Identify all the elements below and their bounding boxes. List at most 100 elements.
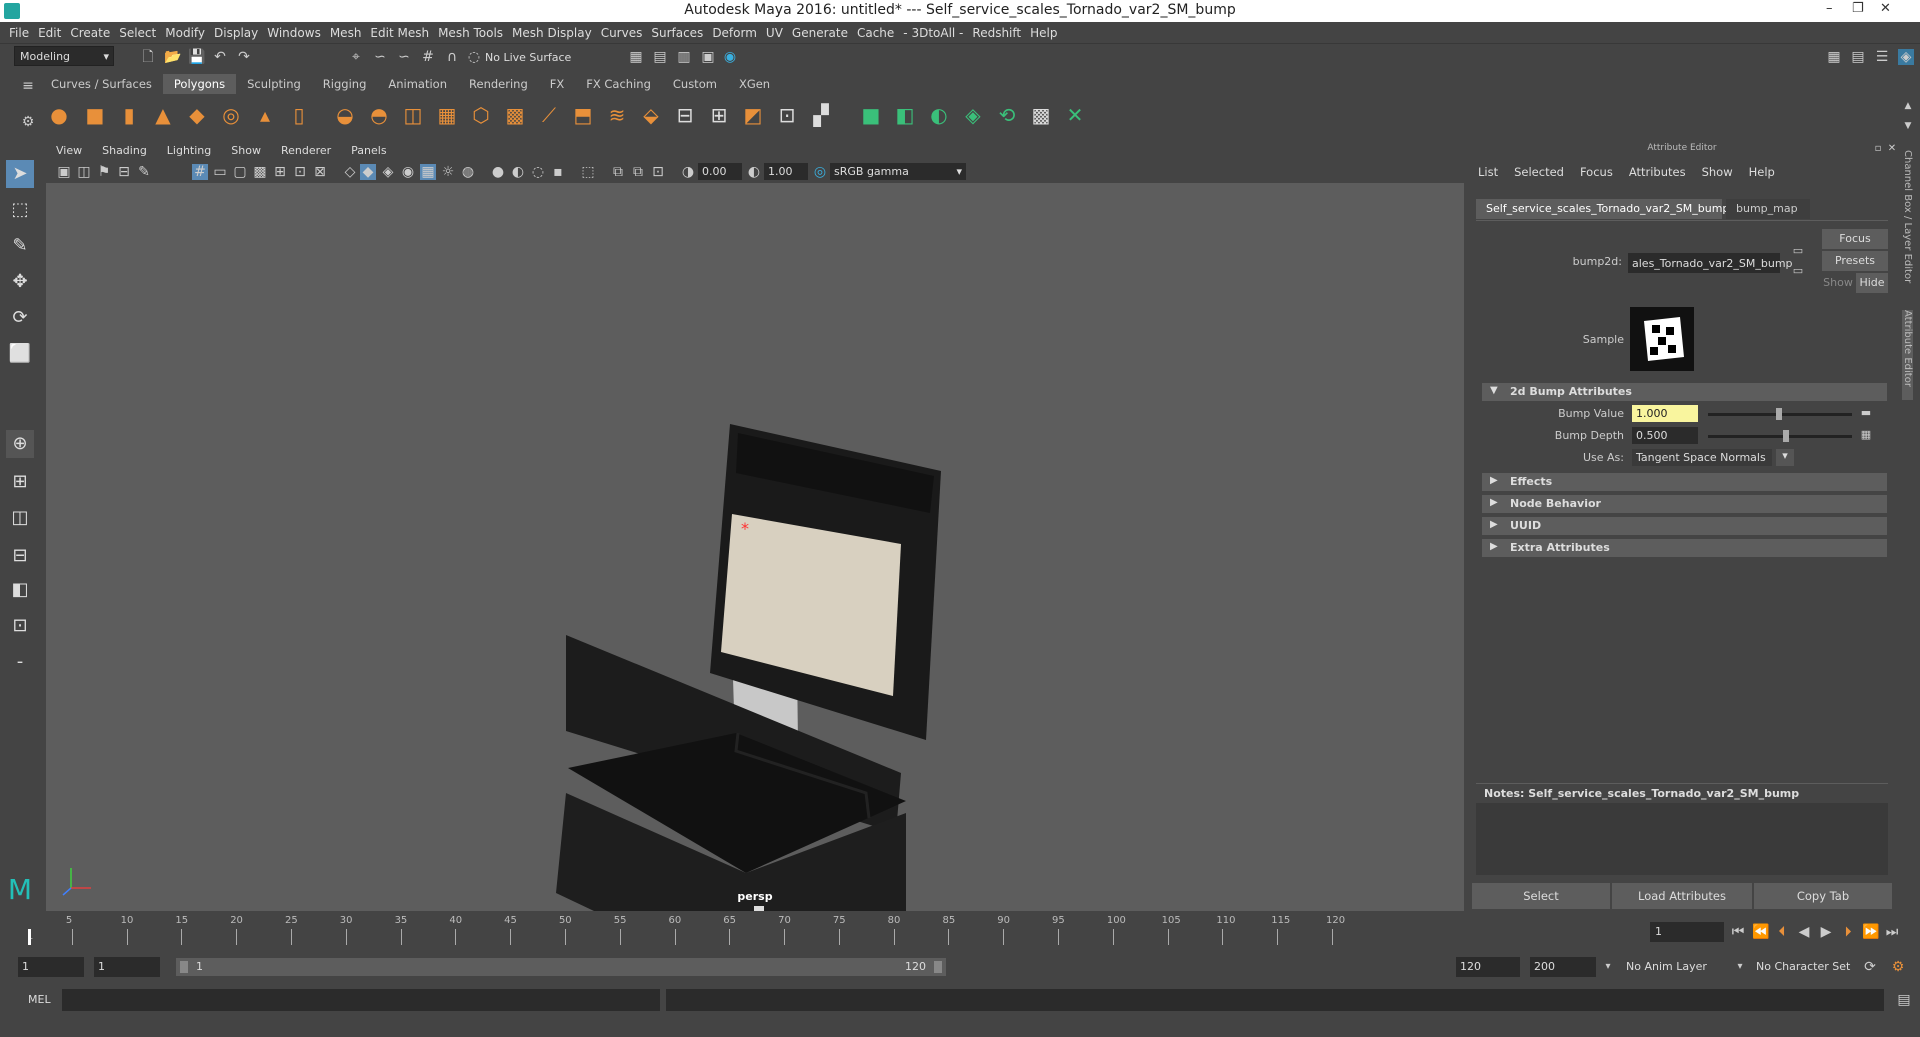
poly-pipe-icon[interactable]: ▯	[286, 102, 312, 128]
menu-redshift[interactable]: Redshift	[963, 22, 1021, 40]
step-back-icon[interactable]: ⏪	[1752, 924, 1769, 940]
section-uuid[interactable]: ▶ UUID	[1482, 517, 1887, 535]
booleans-icon[interactable]: ▦	[434, 102, 460, 128]
tab-fx-caching[interactable]: FX Caching	[575, 74, 662, 94]
offset-loop-icon[interactable]: ⊡	[774, 102, 800, 128]
tab-curves-surfaces[interactable]: Curves / Surfaces	[40, 74, 163, 94]
tool-settings-icon[interactable]: ☰	[1874, 49, 1890, 65]
bump-depth-map-icon[interactable]: ▦	[1858, 427, 1874, 443]
chevron-down-icon[interactable]: ▾	[1600, 959, 1616, 975]
menu-mesh-tools[interactable]: Mesh Tools	[429, 22, 503, 40]
go-to-start-icon[interactable]: ⏮	[1730, 924, 1746, 940]
script-editor-icon[interactable]: ▤	[1896, 992, 1912, 1008]
single-perspective-layout-icon[interactable]: ⊕	[6, 430, 34, 458]
step-back-key-icon[interactable]: ⏴	[1774, 924, 1790, 940]
lasso-icon[interactable]: ∽	[372, 49, 388, 65]
menu-display[interactable]: Display	[205, 22, 258, 40]
ipr-render-icon[interactable]: ▥	[676, 49, 692, 65]
color-space-dropdown[interactable]: sRGB gamma ▾	[830, 163, 966, 180]
bump-value-slider-handle[interactable]	[1776, 408, 1782, 420]
ae-menu-list[interactable]: List	[1478, 165, 1514, 179]
current-time-indicator[interactable]	[28, 929, 31, 945]
tab-animation[interactable]: Animation	[377, 74, 458, 94]
exposure-icon[interactable]: ◑	[680, 164, 696, 180]
tab-xgen[interactable]: XGen	[728, 74, 781, 94]
separate-icon[interactable]: ◓	[366, 102, 392, 128]
four-view-layout-icon[interactable]: ⊞	[6, 468, 34, 496]
animation-preferences-icon[interactable]: ⚙	[1890, 959, 1906, 975]
snap-grid-icon[interactable]: #	[420, 49, 436, 65]
wireframe-icon[interactable]: ◇	[342, 164, 358, 180]
menu-help[interactable]: Help	[1021, 22, 1057, 40]
tab-fx[interactable]: FX	[539, 74, 576, 94]
edge-loop-icon[interactable]: ⊞	[706, 102, 732, 128]
menu-select[interactable]: Select	[110, 22, 156, 40]
film-gate-icon[interactable]: ▭	[212, 164, 228, 180]
bump-value-map-icon[interactable]: ▬	[1858, 405, 1874, 421]
image-plane-icon[interactable]: ⊟	[116, 164, 132, 180]
menu-cache[interactable]: Cache	[848, 22, 894, 40]
shadows-icon[interactable]: ◍	[460, 164, 476, 180]
poly-cube-icon[interactable]: ■	[82, 102, 108, 128]
field-chart-icon[interactable]: ⊞	[272, 164, 288, 180]
paint-select-icon[interactable]: ∽	[396, 49, 412, 65]
poly-cone-icon[interactable]: ▲	[150, 102, 176, 128]
maximize-icon[interactable]: ❐	[1852, 1, 1864, 16]
viewport-menu-show[interactable]: Show	[221, 144, 271, 157]
select-button[interactable]: Select	[1472, 883, 1610, 909]
resolution-gate-icon[interactable]: ▢	[232, 164, 248, 180]
lights-icon[interactable]: ☼	[440, 164, 456, 180]
tab-rendering[interactable]: Rendering	[458, 74, 539, 94]
animation-end-field[interactable]: 200	[1530, 957, 1596, 977]
live-surface-field[interactable]: No Live Surface	[480, 48, 584, 68]
outliner-layout-icon[interactable]: ⊟	[6, 542, 34, 570]
playback-start-field[interactable]: 1	[94, 957, 160, 977]
play-backwards-icon[interactable]: ◀	[1796, 924, 1812, 940]
menu-curves[interactable]: Curves	[592, 22, 643, 40]
ae-menu-show[interactable]: Show	[1702, 165, 1749, 179]
notes-textarea[interactable]	[1476, 803, 1888, 875]
menu-edit-mesh[interactable]: Edit Mesh	[361, 22, 429, 40]
section-extra-attributes[interactable]: ▶ Extra Attributes	[1482, 539, 1887, 557]
auto-key-icon[interactable]: ⟳	[1862, 959, 1878, 975]
render-frame-icon[interactable]: ▤	[652, 49, 668, 65]
extract-icon[interactable]: ◫	[400, 102, 426, 128]
paint-select-tool-icon[interactable]: ✎	[6, 232, 34, 260]
tab-bump-map[interactable]: bump_map	[1726, 199, 1810, 219]
backface-cull-icon[interactable]: ⊡	[650, 164, 666, 180]
time-slider[interactable]: 1 51015202530354045505560657075808590951…	[24, 915, 1642, 947]
load-attributes-button[interactable]: Load Attributes	[1612, 883, 1752, 909]
animation-start-field[interactable]: 1	[18, 957, 84, 977]
ae-menu-selected[interactable]: Selected	[1514, 165, 1580, 179]
render-view-icon[interactable]: ▦	[628, 49, 644, 65]
mode-dropdown[interactable]: Modeling ▾	[14, 46, 114, 66]
menu-file[interactable]: File	[0, 22, 29, 40]
bump-value-field[interactable]: 1.000	[1632, 405, 1698, 422]
hypershade-icon[interactable]: ◉	[722, 49, 738, 65]
shelf-menu-icon[interactable]: ≡	[20, 78, 36, 94]
shelf-settings-icon[interactable]: ⚙	[20, 114, 36, 130]
lasso-tool-icon[interactable]: ⬚	[6, 196, 34, 224]
smooth-icon[interactable]: ⬡	[468, 102, 494, 128]
step-forward-key-icon[interactable]: ⏵	[1840, 924, 1856, 940]
move-tool-icon[interactable]: ✥	[6, 268, 34, 296]
menu-surfaces[interactable]: Surfaces	[642, 22, 703, 40]
tab-rigging[interactable]: Rigging	[312, 74, 378, 94]
ambient-occlusion-icon[interactable]: ●	[490, 164, 506, 180]
perspective-viewport[interactable]: * persp	[46, 183, 1464, 911]
gamma-icon[interactable]: ◐	[746, 164, 762, 180]
depth-of-field-icon[interactable]: ▪	[550, 164, 566, 180]
menu-mesh-display[interactable]: Mesh Display	[503, 22, 592, 40]
menu-create[interactable]: Create	[61, 22, 110, 40]
uv-spherical-icon[interactable]: ◐	[926, 102, 952, 128]
character-set-dropdown[interactable]: No Character Set	[1752, 957, 1862, 977]
grease-pencil-icon[interactable]: ✎	[136, 164, 152, 180]
menu-generate[interactable]: Generate	[783, 22, 848, 40]
graph-layout-icon[interactable]: ◧	[6, 576, 34, 604]
textured-icon[interactable]: ▦	[420, 164, 436, 180]
poly-cylinder-icon[interactable]: ▮	[116, 102, 142, 128]
close-panel-icon[interactable]: ✕	[1884, 141, 1900, 157]
input-connection-icon[interactable]: ▭	[1790, 263, 1806, 279]
current-frame-field[interactable]: 1	[1650, 922, 1724, 942]
safe-action-icon[interactable]: ⊡	[292, 164, 308, 180]
